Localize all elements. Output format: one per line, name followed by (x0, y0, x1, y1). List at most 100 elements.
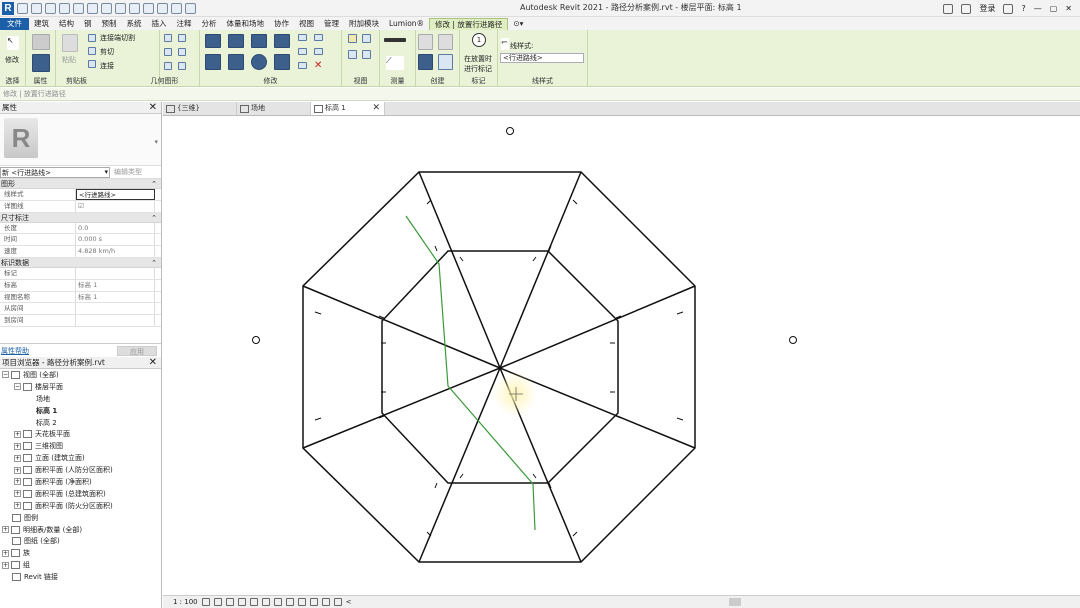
elevation-marker-east[interactable] (789, 336, 797, 344)
expand-icon[interactable]: + (2, 561, 9, 569)
match-type-icon[interactable] (164, 62, 172, 70)
create-group-icon[interactable] (418, 54, 433, 70)
create-similar-icon[interactable] (438, 54, 453, 70)
floor-plan-svg[interactable] (163, 116, 1080, 595)
property-value[interactable]: 标高 1 (76, 291, 155, 303)
paste-icon[interactable] (62, 34, 78, 52)
browser-item[interactable]: + 组 (0, 559, 161, 571)
copy-icon[interactable] (228, 54, 244, 70)
browser-item[interactable]: 标高 1 (0, 405, 161, 417)
tag-on-placement-label-2[interactable]: 进行标记 (464, 64, 492, 74)
expand-icon[interactable]: + (14, 454, 21, 462)
tag-on-placement-label-1[interactable]: 在放置时 (464, 54, 492, 64)
expand-icon[interactable]: + (14, 490, 21, 498)
ribbon-tab[interactable]: 分析 (197, 18, 222, 30)
wrench-icon[interactable] (178, 62, 186, 70)
property-value[interactable] (76, 267, 155, 279)
collapse-icon[interactable]: − (2, 371, 9, 379)
type-selector-preview[interactable]: R ▾ (0, 114, 161, 166)
minimize-icon[interactable]: — (1034, 4, 1042, 13)
highlight-displacement-icon[interactable] (321, 598, 330, 606)
dimension-icon[interactable] (115, 2, 126, 14)
apply-button[interactable]: 应用 (117, 345, 157, 356)
delete-icon[interactable]: ✕ (314, 60, 322, 71)
cut-icon[interactable] (88, 47, 96, 55)
type-dropdown-icon[interactable]: ▾ (154, 138, 158, 146)
browser-item[interactable]: 场地 (0, 393, 161, 405)
switch-windows-icon[interactable] (171, 2, 182, 14)
analytical-model-icon[interactable] (309, 598, 318, 606)
override-icon[interactable] (362, 34, 371, 43)
browser-item[interactable]: + 族 (0, 547, 161, 559)
align-icon[interactable] (205, 34, 221, 48)
measure-icon[interactable] (101, 2, 112, 14)
ribbon-tab[interactable]: 协作 (269, 18, 294, 30)
temp-hide-icon[interactable] (285, 598, 294, 606)
expand-icon[interactable]: + (14, 502, 21, 510)
expand-icon[interactable]: + (14, 466, 21, 474)
property-group-header[interactable]: 尺寸标注 ⌃ (0, 212, 161, 223)
property-group-header[interactable]: 图形 ⌃ (0, 179, 161, 189)
show-crop-icon[interactable] (261, 598, 270, 606)
rotate-icon[interactable] (251, 54, 267, 70)
offset-icon[interactable] (228, 34, 244, 48)
ribbon-minimize-icon[interactable]: ⊙▾ (508, 18, 528, 30)
browser-item[interactable]: + 面积平面 (人防分区面积) (0, 464, 161, 476)
property-value[interactable] (76, 315, 155, 326)
collapse-icon[interactable]: ⌃ (151, 179, 157, 189)
property-value[interactable]: 4.828 km/h (76, 246, 155, 257)
properties-help-link[interactable]: 属性帮助 (0, 347, 29, 355)
mirror-axis-icon[interactable] (251, 34, 267, 48)
close-icon[interactable]: ✕ (1065, 4, 1072, 13)
split-face-icon[interactable] (178, 34, 186, 42)
ribbon-tab[interactable]: 视图 (294, 18, 319, 30)
browser-close-icon[interactable]: ✕ (149, 357, 157, 368)
view-tab[interactable]: {三维} (163, 102, 237, 115)
browser-item[interactable]: + 立面 (建筑立面) (0, 452, 161, 464)
section-icon[interactable] (157, 2, 168, 14)
undo-icon[interactable] (59, 2, 70, 14)
browser-item[interactable]: + 天花板平面 (0, 428, 161, 440)
help-icon[interactable]: ? (1021, 4, 1025, 13)
ribbon-tab[interactable]: 结构 (54, 18, 79, 30)
ribbon-tab[interactable]: 附加模块 (344, 18, 384, 30)
browser-item[interactable]: + 面积平面 (总建筑面积) (0, 488, 161, 500)
paint-icon[interactable] (164, 48, 172, 56)
browser-item[interactable]: + 面积平面 (防火分区面积) (0, 500, 161, 512)
measure-icon[interactable] (384, 38, 406, 42)
property-value[interactable] (76, 303, 155, 315)
login-link[interactable]: 登录 (979, 3, 995, 14)
array-icon[interactable] (298, 48, 307, 55)
properties-close-icon[interactable]: ✕ (149, 102, 157, 113)
elevation-marker-north[interactable] (506, 127, 514, 135)
property-value[interactable]: 0.0 (76, 222, 155, 234)
expand-icon[interactable]: + (14, 442, 21, 450)
split-gap-icon[interactable] (314, 34, 323, 41)
property-value[interactable]: <行进路线> (76, 189, 155, 200)
view-scale[interactable]: 1 : 100 (173, 596, 198, 608)
browser-item[interactable]: + 明细表/数量 (全部) (0, 524, 161, 536)
scale-icon[interactable] (314, 48, 323, 55)
browser-item[interactable]: 图纸 (全部) (0, 535, 161, 547)
join-icon[interactable] (88, 60, 96, 68)
type-properties-icon[interactable] (32, 34, 50, 50)
hide-icon[interactable] (348, 34, 357, 43)
cart-icon[interactable] (1003, 3, 1014, 14)
graphics-icon[interactable] (362, 50, 371, 59)
wall-join-icon[interactable] (164, 34, 172, 42)
ribbon-tab[interactable]: 建筑 (29, 18, 54, 30)
reveal-hidden-icon[interactable] (297, 598, 306, 606)
visual-style-icon[interactable] (213, 598, 222, 606)
crop-view-icon[interactable] (249, 598, 258, 606)
mirror-draw-icon[interactable] (274, 34, 290, 48)
ribbon-tab[interactable]: 预制 (97, 18, 122, 30)
ribbon-tab[interactable]: 钢 (79, 18, 97, 30)
join-cut-button[interactable]: 连接端切割 (100, 33, 135, 43)
ribbon-tab[interactable]: 修改 | 放置行进路径 (429, 18, 509, 30)
create-parts-icon[interactable] (438, 34, 453, 50)
join-button[interactable]: 连接 (100, 61, 114, 71)
elevation-marker-west[interactable] (252, 336, 260, 344)
view-tab[interactable]: 场地 (237, 102, 311, 115)
ribbon-tab[interactable]: Lumion® (384, 18, 429, 30)
customize-icon[interactable] (185, 2, 196, 14)
